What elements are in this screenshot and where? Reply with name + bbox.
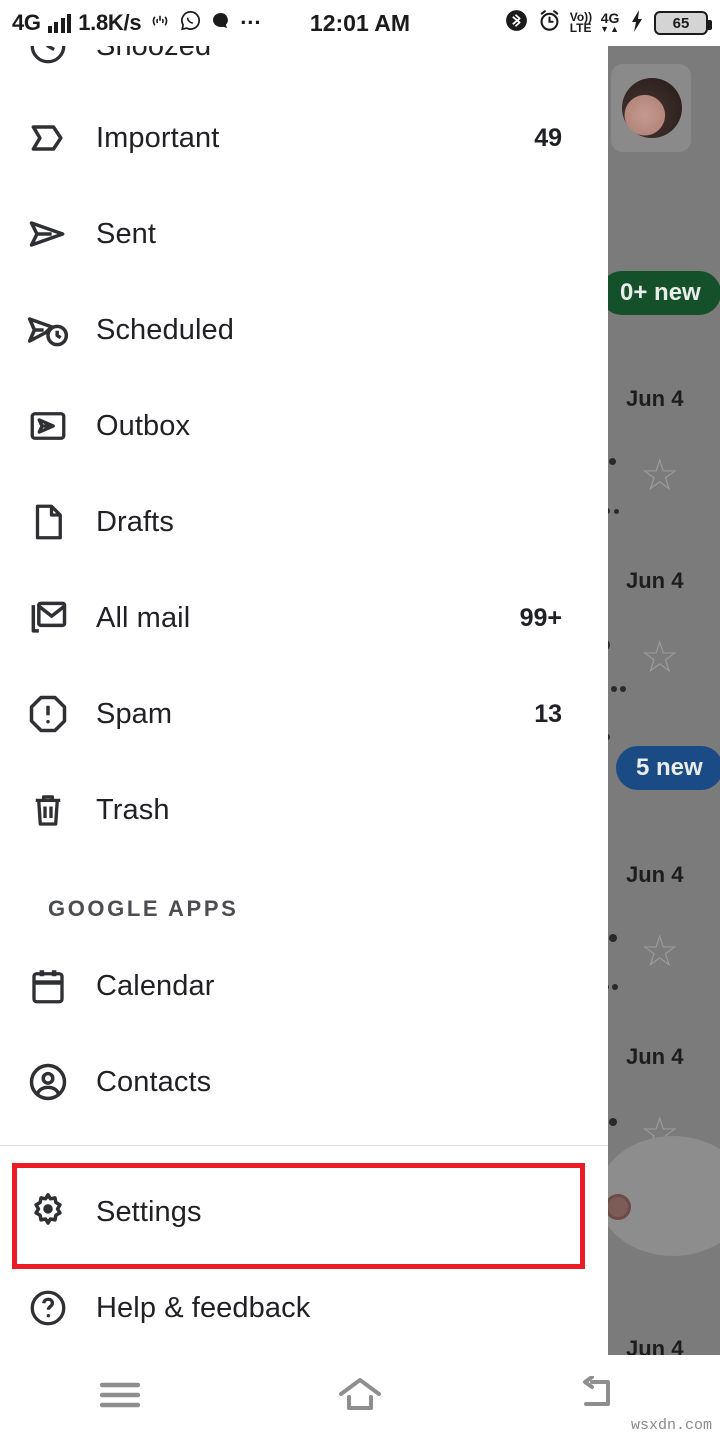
drawer-divider xyxy=(0,1145,608,1146)
email-date: Jun 4 xyxy=(626,386,683,412)
sidebar-item-spam[interactable]: Spam 13 xyxy=(0,666,608,762)
sidebar-item-scheduled[interactable]: Scheduled xyxy=(0,282,608,378)
recents-button[interactable] xyxy=(60,1378,180,1417)
alarm-clock-icon xyxy=(537,8,562,38)
sidebar-item-label: Snoozed xyxy=(96,46,608,63)
back-button[interactable] xyxy=(540,1376,660,1419)
calendar-icon xyxy=(0,965,96,1007)
sidebar-item-badge: 13 xyxy=(534,700,608,729)
text-fragment-dot xyxy=(620,686,626,692)
sidebar-item-sent[interactable]: Sent xyxy=(0,186,608,282)
clock-icon xyxy=(0,46,96,67)
email-date: Jun 4 xyxy=(626,568,683,594)
battery-icon: 65 xyxy=(654,11,708,35)
text-fragment-dot xyxy=(614,509,619,514)
status-bar-left: 4G 1.8K/s ··· xyxy=(0,9,261,38)
bluetooth-icon xyxy=(504,8,529,38)
email-date: Jun 4 xyxy=(626,1044,683,1070)
trash-icon xyxy=(0,789,96,831)
back-arrow-icon xyxy=(578,1376,622,1419)
navigation-drawer: Snoozed Important 49 Sent Scheduled xyxy=(0,46,608,1355)
hotspot-icon xyxy=(148,10,172,37)
sidebar-item-settings[interactable]: Settings xyxy=(0,1164,608,1260)
sidebar-item-snoozed[interactable]: Snoozed xyxy=(0,46,608,94)
account-avatar-card[interactable] xyxy=(611,64,691,152)
text-fragment-dot xyxy=(612,984,618,990)
all-mail-icon xyxy=(0,596,96,640)
sidebar-item-outbox[interactable]: Outbox xyxy=(0,378,608,474)
watermark: wsxdn.com xyxy=(631,1417,712,1434)
sidebar-item-label: Outbox xyxy=(96,410,608,443)
home-button[interactable] xyxy=(300,1375,420,1420)
email-date: Jun 4 xyxy=(626,1336,683,1355)
star-icon[interactable]: ☆ xyxy=(640,636,686,682)
draft-document-icon xyxy=(0,501,96,543)
sidebar-item-label: Important xyxy=(96,122,534,155)
home-icon xyxy=(335,1375,385,1420)
sidebar-item-help-feedback[interactable]: Help & feedback xyxy=(0,1260,608,1355)
help-circle-icon xyxy=(0,1287,96,1329)
sidebar-item-label: Sent xyxy=(96,218,608,251)
star-icon[interactable]: ☆ xyxy=(640,930,686,976)
whatsapp-icon xyxy=(179,9,202,37)
text-fragment-dot xyxy=(609,934,617,942)
battery-level-label: 65 xyxy=(673,15,690,32)
sidebar-item-important[interactable]: Important 49 xyxy=(0,90,608,186)
gear-icon xyxy=(0,1190,96,1234)
star-icon[interactable]: ☆ xyxy=(640,454,686,500)
sidebar-item-label: All mail xyxy=(96,602,520,635)
signal-bars-icon xyxy=(48,14,72,33)
status-bar: 4G 1.8K/s ··· 12:01 AM xyxy=(0,0,720,46)
volte-icon: Vo)) LTE xyxy=(570,12,592,34)
sidebar-item-label: Spam xyxy=(96,698,534,731)
sidebar-item-drafts[interactable]: Drafts xyxy=(0,474,608,570)
status-bar-right: Vo)) LTE 4G ▼▲ 65 xyxy=(504,8,720,38)
network-type-label: 4G xyxy=(12,10,41,36)
contacts-icon xyxy=(0,1060,96,1104)
unread-badge-green[interactable]: 0+ new xyxy=(600,271,720,315)
sidebar-item-label: Settings xyxy=(96,1196,608,1229)
unread-badge-blue[interactable]: 5 new xyxy=(616,746,720,790)
data-arrows-icon: 4G ▼▲ xyxy=(600,12,620,33)
sidebar-item-contacts[interactable]: Contacts xyxy=(0,1034,608,1130)
text-fragment-dot xyxy=(609,1118,617,1126)
sidebar-item-all-mail[interactable]: All mail 99+ xyxy=(0,570,608,666)
chat-bubble-icon xyxy=(209,9,233,38)
sidebar-item-badge: 49 xyxy=(534,124,608,153)
sidebar-item-label: Help & feedback xyxy=(96,1292,608,1325)
email-date: Jun 4 xyxy=(626,862,683,888)
sidebar-item-trash[interactable]: Trash xyxy=(0,762,608,858)
data-rate-label: 1.8K/s xyxy=(78,10,141,36)
sidebar-item-label: Scheduled xyxy=(96,314,608,347)
section-header-google-apps: GOOGLE APPS xyxy=(48,896,238,922)
text-fragment-dot xyxy=(609,458,616,465)
sidebar-item-badge: 99+ xyxy=(520,604,608,633)
charging-bolt-icon xyxy=(628,9,646,38)
system-navigation-bar xyxy=(0,1355,720,1440)
volte-bottom-label: LTE xyxy=(570,23,592,34)
avatar xyxy=(622,78,682,138)
hamburger-icon xyxy=(97,1378,143,1417)
clock-label: 12:01 AM xyxy=(310,10,410,36)
sidebar-item-label: Drafts xyxy=(96,506,608,539)
text-fragment-dot xyxy=(611,686,617,692)
sidebar-item-label: Contacts xyxy=(96,1066,608,1099)
spam-report-icon xyxy=(0,692,96,736)
sender-avatar-small xyxy=(605,1194,631,1220)
sidebar-item-calendar[interactable]: Calendar xyxy=(0,938,608,1034)
label-important-icon xyxy=(0,116,96,160)
send-icon xyxy=(0,212,96,256)
scheduled-send-icon xyxy=(0,308,96,352)
outbox-icon xyxy=(0,405,96,447)
sidebar-item-label: Calendar xyxy=(96,970,608,1003)
sidebar-item-label: Trash xyxy=(96,794,608,827)
more-dots-icon: ··· xyxy=(240,10,261,36)
